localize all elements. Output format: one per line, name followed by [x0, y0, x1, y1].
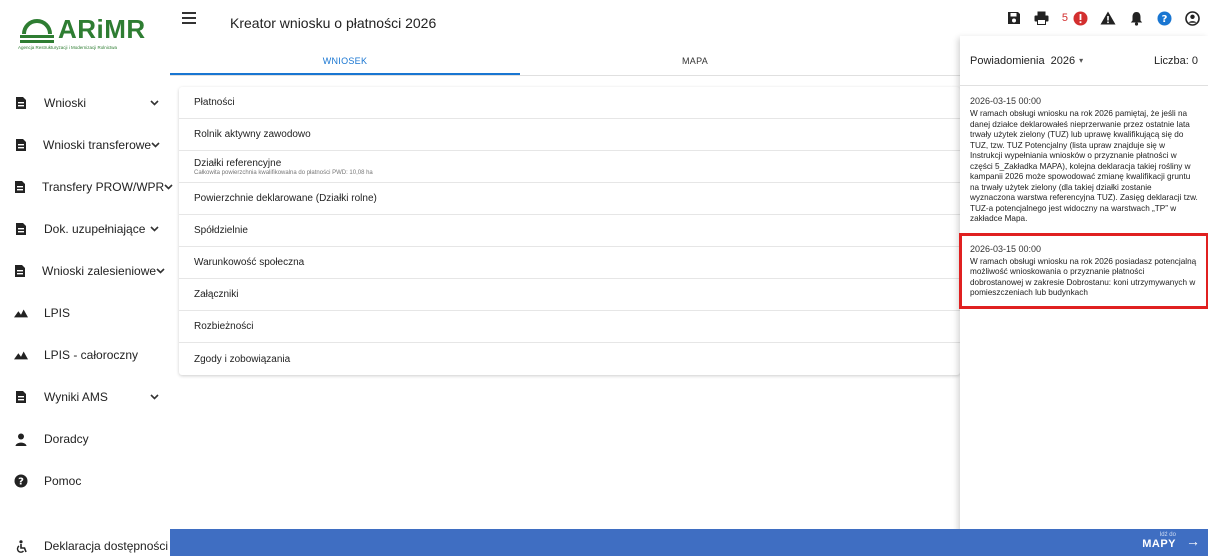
- sidebar-item-label: LPIS: [44, 306, 71, 320]
- sidebar-item[interactable]: Wnioski: [0, 82, 170, 124]
- section-title: Płatności: [194, 97, 235, 108]
- sidebar-item-label: Wnioski transferowe: [43, 138, 152, 152]
- logo-mark-icon: [20, 19, 54, 43]
- go-to-map-text: MAPY: [1142, 538, 1176, 550]
- sidebar-nav: Wnioski Wnioski transferowe Transfery PROW…: [0, 82, 173, 502]
- section-title: Rozbieżności: [194, 321, 254, 332]
- sidebar-item[interactable]: LPIS - całoroczny: [0, 334, 170, 376]
- chevron-down-icon[interactable]: [150, 98, 166, 109]
- sidebar-item-label: Wyniki AMS: [44, 390, 108, 404]
- notifications-count: Liczba: 0: [1153, 54, 1198, 67]
- tab-mapa[interactable]: MAPA: [520, 44, 870, 75]
- sidebar-item-label: Pomoc: [44, 474, 82, 488]
- section-row[interactable]: Zgody i zobowiązania: [179, 343, 960, 375]
- section-title: Działki referencyjne: [194, 157, 282, 169]
- section-title: Rolnik aktywny zawodowo: [194, 129, 311, 140]
- section-title: Warunkowość społeczna: [194, 257, 305, 268]
- accessibility-declaration-link[interactable]: Deklaracja dostępności: [0, 539, 170, 553]
- caret-down-icon[interactable]: ▾: [1079, 56, 1083, 65]
- bell-icon[interactable]: [1128, 10, 1144, 26]
- accessibility-icon: [14, 539, 28, 553]
- svg-text:?: ?: [1161, 14, 1167, 25]
- document-icon: [14, 96, 28, 110]
- notifications-list: 2026-03-15 00:00 W ramach obsługi wniosku…: [959, 86, 1208, 309]
- mountain-icon: [14, 348, 28, 362]
- warning-icon[interactable]: [1100, 10, 1116, 26]
- section-subtitle: Całkowita powierzchnia kwalifikowalna do…: [194, 169, 373, 176]
- go-to-map-button[interactable]: Idź do MAPY →: [1142, 532, 1200, 550]
- notifications-panel: Powiadomienia 2026 ▾ Liczba: 0 2026-03-1…: [959, 36, 1208, 536]
- document-icon: [14, 138, 27, 152]
- section-row[interactable]: Działki referencyjne Całkowita powierzchn…: [179, 151, 960, 183]
- document-icon: [14, 264, 26, 278]
- chevron-down-icon[interactable]: [151, 140, 166, 151]
- logo-text: ARiMR: [58, 14, 146, 44]
- save-icon[interactable]: [1006, 10, 1022, 26]
- bottom-bar: Idź do MAPY →: [170, 529, 1208, 556]
- print-icon[interactable]: [1034, 10, 1050, 26]
- sidebar-item[interactable]: LPIS: [0, 292, 170, 334]
- accessibility-label: Deklaracja dostępności: [44, 539, 169, 553]
- sidebar-item[interactable]: Dok. uzupełniające: [0, 208, 170, 250]
- user-account-icon[interactable]: [1184, 10, 1200, 26]
- notification-text: W ramach obsługi wniosku na rok 2026 pam…: [970, 109, 1198, 223]
- document-icon: [14, 390, 28, 404]
- person-icon: [14, 432, 28, 446]
- chevron-down-icon[interactable]: [156, 266, 166, 277]
- sidebar-item-label: Transfery PROW/WPR: [42, 180, 165, 194]
- sidebar-item[interactable]: Transfery PROW/WPR: [0, 166, 173, 208]
- main-tabs: WNIOSEK MAPA: [170, 44, 960, 76]
- notification-item[interactable]: 2026-03-15 00:00 W ramach obsługi wniosku…: [960, 86, 1208, 234]
- document-icon: [14, 222, 28, 236]
- section-row[interactable]: Rozbieżności: [179, 311, 960, 343]
- go-to-map-label: Idź do MAPY: [1142, 532, 1176, 550]
- notification-date: 2026-03-15 00:00: [970, 96, 1042, 106]
- notifications-title: Powiadomienia: [970, 54, 1045, 67]
- section-row[interactable]: Rolnik aktywny zawodowo: [179, 119, 960, 151]
- mountain-icon: [14, 306, 28, 320]
- sidebar-item[interactable]: Wnioski transferowe: [0, 124, 170, 166]
- notifications-header: Powiadomienia 2026 ▾ Liczba: 0: [960, 36, 1208, 86]
- section-title: Powierzchnie deklarowane (Działki rolne): [194, 193, 377, 204]
- sidebar-item-label: LPIS - całoroczny: [44, 348, 139, 362]
- menu-icon[interactable]: [182, 12, 196, 26]
- application-sections: Płatności Rolnik aktywny zawodowo Działki …: [179, 87, 960, 375]
- sidebar-item[interactable]: Wyniki AMS: [0, 376, 170, 418]
- section-row[interactable]: Warunkowość społeczna: [179, 247, 960, 279]
- notification-date: 2026-03-15 00:00: [970, 243, 1042, 254]
- section-title: Załączniki: [194, 289, 239, 300]
- page-title: Kreator wniosku o płatności 2026: [230, 15, 437, 31]
- chevron-down-icon[interactable]: [150, 224, 166, 235]
- error-count: 5: [1061, 12, 1068, 24]
- sidebar-item[interactable]: Doradcy: [0, 418, 170, 460]
- sidebar-item-label: Wnioski: [44, 96, 87, 110]
- help-icon[interactable]: ?: [1156, 10, 1172, 26]
- section-row[interactable]: Załączniki: [179, 279, 960, 311]
- sidebar-item[interactable]: ? Pomoc: [0, 460, 170, 502]
- help-icon: ?: [14, 474, 28, 488]
- notifications-year-select[interactable]: 2026: [1051, 55, 1075, 67]
- arrow-right-icon: →: [1186, 533, 1200, 549]
- section-row[interactable]: Spółdzielnie: [179, 215, 960, 247]
- tab-wniosek[interactable]: WNIOSEK: [170, 44, 520, 75]
- section-title: Spółdzielnie: [194, 225, 248, 236]
- sidebar-item-label: Wnioski zalesieniowe: [42, 264, 157, 278]
- document-icon: [14, 180, 26, 194]
- sidebar-item-label: Doradcy: [44, 432, 89, 446]
- notification-item-highlighted[interactable]: 2026-03-15 00:00 W ramach obsługi wniosku…: [959, 232, 1208, 309]
- error-icon[interactable]: [1072, 10, 1088, 26]
- toolbar-icons: 5 ?: [1006, 10, 1208, 26]
- chevron-down-icon[interactable]: [164, 182, 173, 193]
- section-row[interactable]: Płatności: [179, 87, 960, 119]
- notification-text: W ramach obsługi wniosku na rok 2026 pos…: [970, 256, 1197, 298]
- svg-text:?: ?: [18, 477, 24, 488]
- logo-subtitle: Agencja Restrukturyzacji i Modernizacji …: [18, 45, 118, 50]
- sidebar: ARiMR Agencja Restrukturyzacji i Moderni…: [0, 0, 173, 556]
- chevron-down-icon[interactable]: [150, 392, 166, 403]
- sidebar-item[interactable]: Wnioski zalesieniowe: [0, 250, 170, 292]
- sidebar-item-label: Dok. uzupełniające: [44, 222, 146, 236]
- section-row[interactable]: Powierzchnie deklarowane (Działki rolne): [179, 183, 960, 215]
- arimr-logo[interactable]: ARiMR Agencja Restrukturyzacji i Moderni…: [14, 10, 159, 56]
- section-title: Zgody i zobowiązania: [194, 353, 291, 365]
